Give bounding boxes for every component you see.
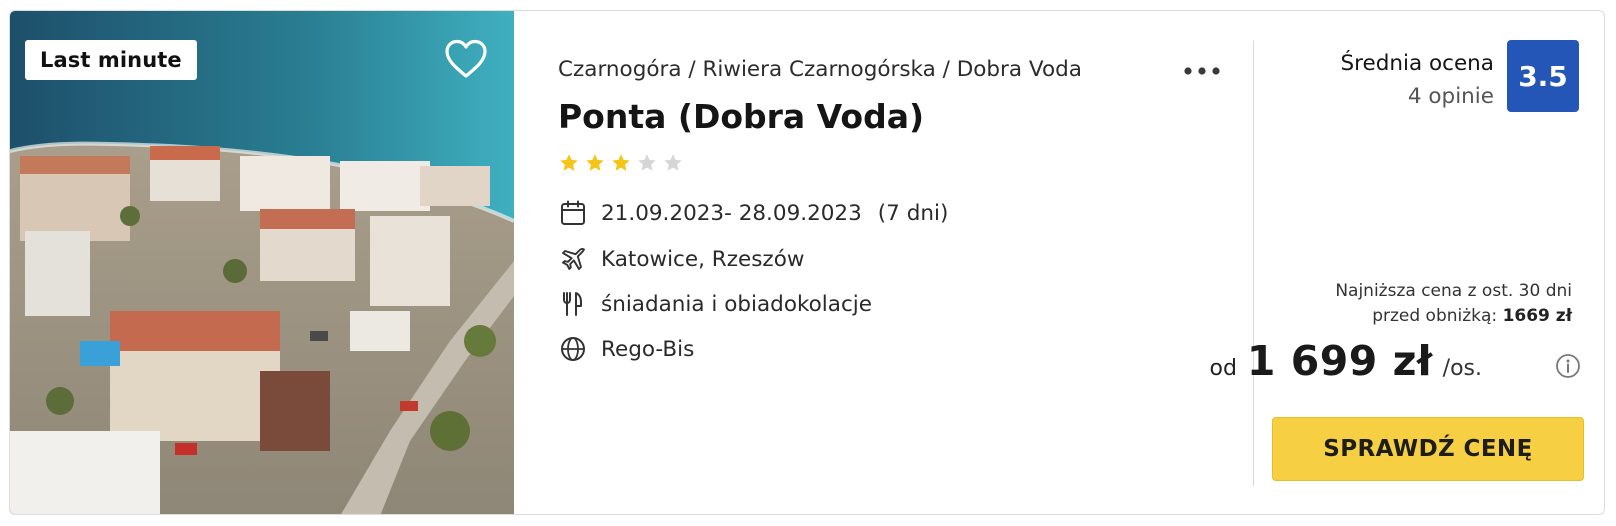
column-divider (1253, 41, 1254, 486)
duration-text: (7 dni) (877, 200, 949, 226)
calendar-icon (558, 198, 588, 228)
price-from: od (1209, 356, 1237, 381)
star-empty-icon (638, 154, 656, 171)
star-filled-icon (612, 154, 630, 171)
heart-icon[interactable] (443, 38, 489, 80)
dates-row: 21.09.2023- 28.09.2023 (7 dni) (558, 197, 948, 229)
board-text: śniadania i obiadokolacje (601, 291, 872, 317)
check-price-button[interactable]: SPRAWDŹ CENĘ (1272, 417, 1584, 481)
board-row: śniadania i obiadokolacje (558, 288, 872, 320)
plane-icon (558, 244, 588, 274)
offer-card[interactable]: Last minute Czarnogóra / Riwiera Czarnog… (9, 10, 1605, 515)
hotel-photo[interactable]: Last minute (10, 11, 514, 514)
dates-text: 21.09.2023- 28.09.2023 (601, 200, 862, 226)
rating-label: Średnia ocena (1340, 51, 1494, 76)
star-filled-icon (586, 154, 604, 171)
departure-row: Katowice, Rzeszów (558, 243, 804, 275)
lowest-price-prefix: przed obniżką: (1372, 306, 1498, 326)
price-value: 1 699 zł (1246, 337, 1433, 385)
globe-icon (558, 334, 588, 364)
price: od 1 699 zł /os. (1209, 337, 1482, 385)
hotel-aerial-image (10, 11, 514, 514)
reviews-count[interactable]: 4 opinie (1408, 84, 1494, 109)
lowest-price-value: 1669 zł (1502, 306, 1572, 326)
rating-score-badge: 3.5 (1507, 40, 1579, 112)
hotel-stars (558, 152, 684, 174)
info-icon[interactable] (1555, 353, 1581, 379)
lowest-price-before-discount: przed obniżką: 1669 zł (1372, 306, 1572, 326)
operator-row: Rego-Bis (558, 333, 694, 365)
lowest-price-note: Najniższa cena z ost. 30 dni (1335, 281, 1572, 301)
departure-text: Katowice, Rzeszów (601, 246, 805, 272)
cutlery-icon (558, 289, 588, 319)
operator-text: Rego-Bis (601, 336, 695, 362)
star-filled-icon (560, 154, 578, 171)
breadcrumb[interactable]: Czarnogóra / Riwiera Czarnogórska / Dobr… (558, 57, 1082, 82)
more-options-icon[interactable] (1180, 57, 1224, 85)
hotel-name[interactable]: Ponta (Dobra Voda) (558, 97, 924, 136)
last-minute-badge: Last minute (25, 40, 197, 80)
star-empty-icon (664, 154, 682, 171)
price-per-person: /os. (1442, 356, 1482, 381)
